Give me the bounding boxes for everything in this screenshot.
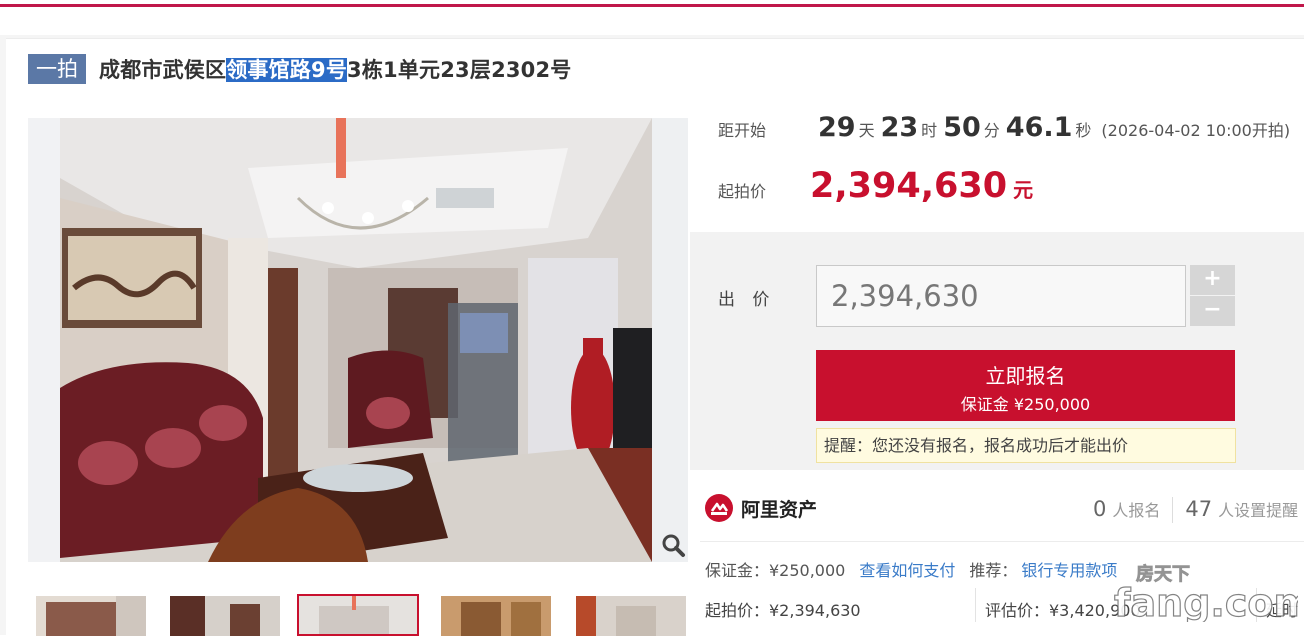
thumbnail-5[interactable] bbox=[576, 596, 686, 636]
signup-now-button[interactable]: 立即报名 保证金 ¥250,000 bbox=[816, 350, 1235, 421]
platform-name: 阿里资产 bbox=[741, 498, 818, 521]
title-row: 一拍 成都市武侯区领事馆路9号3栋1单元23层2302号 bbox=[28, 53, 572, 85]
title-highlight: 领事馆路9号 bbox=[226, 58, 348, 82]
thumbnail-strip bbox=[28, 594, 688, 636]
auction-start-time: (2026-04-02 10:00开拍) bbox=[1101, 121, 1291, 140]
countdown-seconds-unit: 秒 bbox=[1075, 121, 1092, 140]
top-accent-line bbox=[0, 4, 1304, 7]
reminder-count: 47 bbox=[1185, 497, 1213, 521]
countdown-row: 距开始 29 天 23 时 50 分 46.1 秒 (2026-04-02 10… bbox=[718, 112, 1290, 146]
signup-count-label: 人报名 bbox=[1112, 501, 1161, 520]
thumbnail-2[interactable] bbox=[170, 596, 280, 636]
signup-reminder-tip: 提醒：您还没有报名，报名成功后才能出价 bbox=[816, 428, 1236, 463]
main-photo[interactable] bbox=[28, 118, 688, 562]
deposit-info-row: 保证金：¥250,000 查看如何支付 推荐： 银行专用款项 bbox=[705, 557, 1117, 581]
start-price-info: 起拍价：¥2,394,630 bbox=[705, 601, 861, 620]
alibaba-assets-logo-icon bbox=[705, 494, 733, 522]
zoom-icon[interactable] bbox=[658, 530, 688, 560]
countdown-hours-unit: 时 bbox=[921, 121, 938, 140]
platform-brand: 阿里资产 bbox=[705, 494, 817, 522]
decrease-bid-button[interactable]: − bbox=[1190, 296, 1235, 326]
auction-round-badge: 一拍 bbox=[28, 54, 86, 84]
bid-amount-input[interactable]: 2,394,630 bbox=[816, 265, 1186, 327]
signup-button-label: 立即报名 bbox=[985, 364, 1066, 388]
recommend-label: 推荐： bbox=[969, 561, 1018, 580]
panel-divider bbox=[700, 541, 1304, 542]
start-price-value: 2,394,630 bbox=[810, 166, 1008, 206]
countdown-label: 距开始 bbox=[718, 121, 767, 140]
bid-label: 出 价 bbox=[718, 290, 776, 310]
count-divider bbox=[1172, 497, 1174, 523]
participant-counts: 0 人报名 47 人设置提醒 bbox=[1093, 497, 1298, 523]
property-title: 成都市武侯区领事馆路9号3栋1单元23层2302号 bbox=[99, 54, 572, 84]
info-divider-1 bbox=[975, 588, 976, 622]
reminder-count-label: 人设置提醒 bbox=[1218, 501, 1299, 520]
countdown-seconds: 46.1 bbox=[1005, 112, 1073, 143]
how-to-pay-link[interactable]: 查看如何支付 bbox=[859, 557, 955, 581]
signup-count: 0 bbox=[1093, 497, 1107, 521]
countdown-minutes: 50 bbox=[943, 112, 981, 143]
thumbnail-3-selected[interactable] bbox=[297, 594, 419, 636]
countdown-days: 29 bbox=[818, 112, 856, 143]
thumbnail-4[interactable] bbox=[441, 596, 551, 636]
start-price-unit: 元 bbox=[1013, 178, 1034, 202]
start-price-label: 起拍价 bbox=[718, 182, 767, 201]
deposit-info: 保证金：¥250,000 bbox=[705, 561, 846, 580]
increase-bid-button[interactable]: + bbox=[1190, 265, 1235, 295]
svg-text:fang.com: fang.com bbox=[1114, 581, 1298, 622]
title-suffix: 3栋1单元23层2302号 bbox=[347, 58, 572, 82]
start-price-row: 起拍价 2,394,630 元 bbox=[718, 166, 1033, 210]
countdown-minutes-unit: 分 bbox=[983, 121, 1000, 140]
countdown-hours: 23 bbox=[880, 112, 919, 143]
title-prefix: 成都市武侯区 bbox=[99, 58, 227, 82]
thumbnail-1[interactable] bbox=[36, 596, 146, 636]
deposit-amount-label: 保证金 ¥250,000 bbox=[960, 395, 1091, 414]
bank-special-funds-link[interactable]: 银行专用款项 bbox=[1021, 557, 1117, 581]
countdown-days-unit: 天 bbox=[858, 121, 875, 140]
fang-watermark-logo: 房天下 fang.com bbox=[1113, 563, 1298, 622]
